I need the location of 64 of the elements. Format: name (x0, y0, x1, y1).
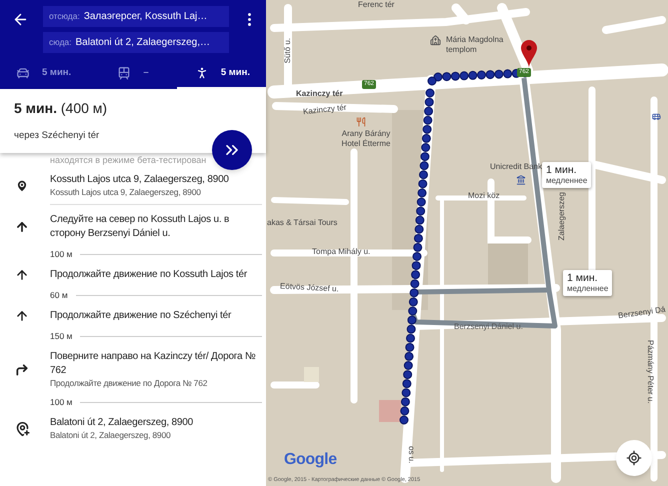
map-label: Arany Bárány Hotel Étterme (340, 129, 392, 149)
step-text: Продолжайте движение по Kossuth Lajos tér (50, 268, 248, 282)
route-endpoint-field[interactable]: сюда: Balatoni út 2, Zalaegerszeg,… (43, 32, 229, 53)
start-navigation-button[interactable] (212, 130, 252, 170)
step-text: Kossuth Lajos utca 9, Zalaegerszeg, 8900 (50, 173, 230, 188)
route-via-text: через Széchenyi tér (14, 129, 100, 143)
direction-step[interactable]: Kossuth Lajos utca 9, Zalaegerszeg, 8900 Kossuth Lajos utca 9, Zalaegerszeg, 8900 (50, 168, 262, 204)
route-time-callout[interactable]: 1 мин. медленнее (563, 270, 612, 296)
direction-step[interactable]: Продолжайте движение по Kossuth Lajos tér (50, 263, 262, 288)
step-distance: 100 м (50, 248, 72, 262)
map-label: Zalaegerszeg (556, 192, 567, 240)
direction-step[interactable]: Поверните направо на Kazinczy tér/ Дорога № 762 Продолжайте движение по Дорога № 762 (50, 345, 262, 394)
map-label: Mozi köz (468, 190, 500, 202)
restaurant-icon (356, 117, 366, 127)
route-duration: 5 мин. (400 м) (14, 99, 108, 118)
direction-step[interactable]: Следуйте на север по Kossuth Lajos u. в сторону Berzsenyi Dániel u. (50, 208, 262, 246)
map-label: Mária Magdolna templom (446, 35, 504, 55)
field-label: сюда: (49, 36, 72, 49)
travel-mode-tab[interactable]: 5 мин. (0, 59, 89, 89)
step-detail: Продолжайте движение по Дорога № 762 (50, 378, 208, 390)
destination-marker-icon (521, 40, 537, 68)
beta-notice-text: находятся в режиме бета-тестирован (50, 154, 208, 168)
turn-right-icon (15, 362, 29, 377)
building-block (304, 367, 319, 382)
step-text: Поверните направо на Kazinczy tér/ Дорога № 762 (50, 350, 256, 378)
map-label: Kazinczy tér (296, 88, 343, 100)
building-block (379, 400, 401, 422)
back-icon[interactable] (12, 11, 29, 28)
location-pin-icon (15, 178, 29, 193)
map-label: Tompa Mihály u. (312, 246, 370, 258)
map-label: Berzsenyi Dá (617, 304, 666, 322)
step-distance: 100 м (50, 396, 72, 410)
step-text: Balatoni út 2, Zalaegerszeg, 8900 (50, 416, 194, 430)
step-detail: Kossuth Lajos utca 9, Zalaegerszeg, 8900 (50, 187, 202, 198)
tram-icon (117, 66, 132, 80)
step-distance: 150 м (50, 330, 72, 344)
route-time-callout[interactable]: 1 мин. медленнее (542, 162, 592, 188)
step-text: Следуйте на север по Kossuth Lajos u. в сторону Berzsenyi Dániel u. (50, 213, 230, 242)
step-text: Продолжайте движение по Széchenyi tér (50, 309, 232, 324)
step-detail: Balatoni út 2, Zalaegerszeg, 8900 (50, 430, 172, 442)
bus-stop-icon (652, 112, 661, 121)
field-label: отсюда: (49, 10, 80, 23)
map-label: os u. (406, 446, 417, 464)
destination-pin-icon (15, 421, 30, 436)
map-label: akas & Társai Tours (267, 217, 338, 229)
map-label: Sütő u. (282, 38, 293, 64)
step-distance: 60 м (50, 289, 68, 302)
locate-icon (626, 450, 642, 466)
map-label: Pázmány Péter u. (645, 340, 656, 404)
route-endpoint-field[interactable]: отсюда: Залаэгерсег, Kossuth Laj… (43, 6, 229, 27)
church-icon (430, 35, 441, 46)
bank-icon (516, 175, 526, 185)
map-logo: Google (284, 450, 337, 470)
map-label: Kazinczy tér (302, 102, 348, 118)
arrow-up-icon (15, 220, 29, 234)
map-label: Eötvös József u. (280, 280, 339, 296)
direction-step[interactable]: Продолжайте движение по Széchenyi tér (50, 304, 262, 328)
direction-step[interactable]: Balatoni út 2, Zalaegerszeg, 8900 Balatoni út 2, Zalaegerszeg, 8900 (50, 411, 262, 446)
travel-mode-tab[interactable]: – (88, 59, 178, 89)
field-value: Balatoni út 2, Zalaegerszeg,… (76, 36, 210, 50)
map-label: Ferenc tér (358, 0, 394, 11)
my-location-button[interactable] (616, 440, 652, 476)
field-value: Залаэгерсег, Kossuth Laj… (84, 10, 208, 24)
car-icon (16, 66, 30, 80)
